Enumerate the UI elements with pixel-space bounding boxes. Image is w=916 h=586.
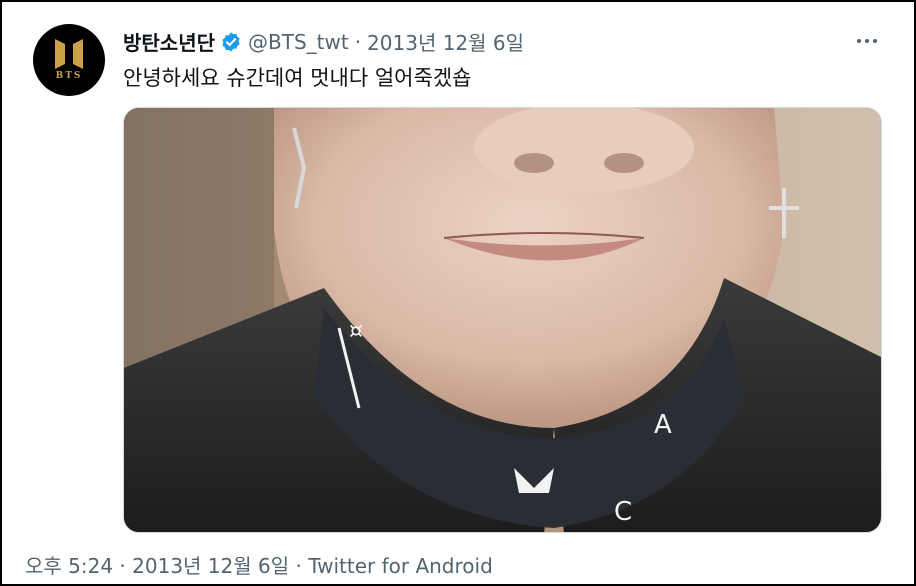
header-separator: · [354, 29, 362, 54]
photo-image: ¤ A C [124, 108, 881, 532]
svg-text:¤: ¤ [349, 319, 363, 344]
profile-avatar[interactable]: BTS [33, 24, 105, 96]
tweet-date[interactable]: 2013년 12월 6일 [367, 27, 524, 56]
avatar-label: BTS [55, 71, 83, 81]
account-handle[interactable]: @BTS_twt [248, 30, 349, 54]
verified-badge-icon [220, 31, 242, 53]
tweet-text: 안녕하세요 슈간데여 멋내다 얼어죽겠숍 [123, 66, 472, 90]
svg-text:A: A [654, 410, 672, 440]
tweet-card: BTS 방탄소년단 @BTS_twt · 2013년 12월 6일 안녕하세요 … [0, 0, 916, 586]
tweet-header: 방탄소년단 @BTS_twt · 2013년 12월 6일 [123, 27, 524, 56]
tweet-photo[interactable]: ¤ A C [123, 107, 882, 533]
more-options-icon[interactable] [850, 30, 884, 52]
tweet-footer-timestamp[interactable]: 오후 5:24 · 2013년 12월 6일 · Twitter for And… [25, 550, 493, 579]
bts-logo-icon [55, 39, 83, 69]
display-name[interactable]: 방탄소년단 [123, 27, 215, 56]
svg-text:C: C [614, 497, 632, 527]
